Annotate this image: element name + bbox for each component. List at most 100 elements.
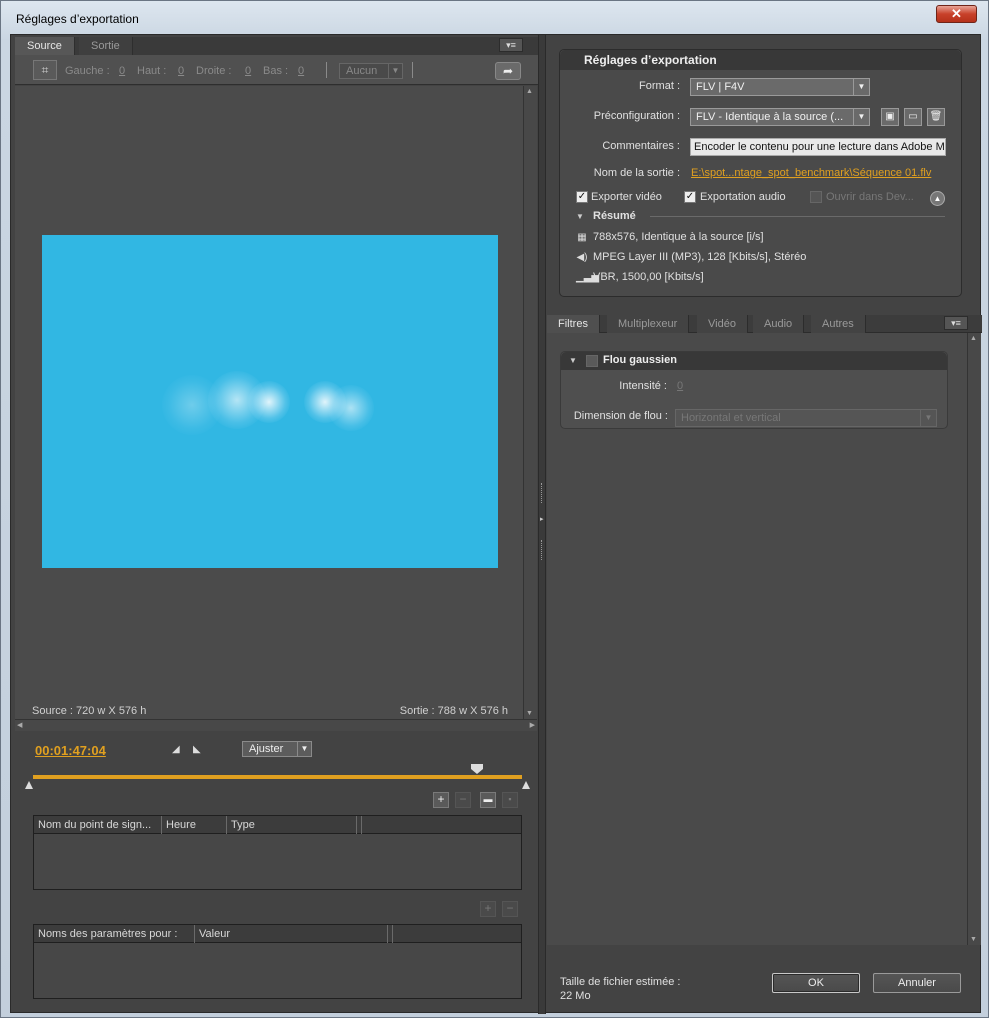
intensity-value[interactable]: 0 — [677, 380, 683, 392]
import-preset-icon[interactable]: ▭ — [904, 108, 922, 126]
summary-toggle-icon[interactable]: ▼ — [576, 212, 584, 221]
panel-menu-icon[interactable]: ▾≡ — [944, 316, 968, 330]
tab-output[interactable]: Sortie — [79, 37, 133, 55]
collapse-arrow-icon[interactable]: ▸ — [540, 515, 544, 523]
delete-preset-icon[interactable]: 🗑 — [927, 108, 945, 126]
folder-icon[interactable]: ▬ — [480, 792, 496, 808]
preview-area — [15, 86, 523, 719]
scroll-down-icon[interactable]: ▼ — [970, 936, 977, 943]
preset-dropdown[interactable]: FLV - Identique à la source (... ▼ — [690, 108, 870, 126]
crop-left-label: Gauche : — [65, 65, 110, 77]
scroll-down-icon[interactable]: ▼ — [526, 710, 533, 717]
comments-field[interactable]: Encoder le contenu pour une lecture dans… — [690, 138, 946, 156]
crop-ratio-dropdown[interactable]: Aucun ▼ — [339, 63, 403, 79]
format-dropdown[interactable]: FLV | F4V ▼ — [690, 78, 870, 96]
column-time[interactable]: Heure — [162, 816, 227, 834]
preview-vertical-scrollbar[interactable]: ▲ ▼ — [523, 86, 537, 719]
ok-button[interactable]: OK — [772, 973, 860, 993]
preview-horizontal-scrollbar[interactable]: ◀ ▶ — [15, 719, 537, 731]
chevron-down-icon: ▼ — [388, 64, 402, 78]
blur-dimension-dropdown[interactable]: Horizontal et vertical ▼ — [675, 409, 937, 427]
blur-dot — [328, 385, 374, 431]
column-type[interactable]: Type — [227, 816, 357, 834]
remove-cue-point-button[interactable]: − — [455, 792, 471, 808]
scroll-left-icon[interactable]: ◀ — [17, 721, 22, 729]
settings-panel: Réglages d’exportation Format : FLV | F4… — [547, 35, 982, 1014]
tab-multiplexer[interactable]: Multiplexeur — [607, 315, 690, 333]
save-preset-icon[interactable]: ▣ — [881, 108, 899, 126]
column-extra — [388, 925, 393, 943]
preview-frame — [42, 235, 498, 568]
tab-other[interactable]: Autres — [811, 315, 866, 333]
fit-value: Ajuster — [249, 743, 284, 755]
export-settings-title: Réglages d’exportation — [584, 53, 717, 67]
scroll-right-icon[interactable]: ▶ — [530, 721, 535, 729]
dialog-body: Source Sortie ▾≡ ⌗ Gauche : 0 Haut : 0 D… — [10, 34, 982, 1014]
crop-left-value[interactable]: 0 — [119, 65, 125, 77]
splitter-grip — [541, 483, 543, 503]
title-bar[interactable]: Réglages d’exportation ✕ — [1, 1, 988, 33]
add-cue-point-button[interactable]: + — [433, 792, 449, 808]
fit-dropdown[interactable]: Ajuster ▼ — [242, 741, 312, 757]
tab-video[interactable]: Vidéo — [697, 315, 748, 333]
export-audio-label: Exportation audio — [700, 191, 786, 203]
source-panel: Source Sortie ▾≡ ⌗ Gauche : 0 Haut : 0 D… — [15, 35, 538, 733]
output-name-link[interactable]: E:\spot...ntage_spot_benchmark\Séquence … — [691, 167, 947, 179]
summary-title: Résumé — [593, 210, 636, 222]
column-value[interactable]: Valeur — [195, 925, 388, 943]
mark-out-icon[interactable]: ◣ — [193, 744, 201, 755]
source-tabbar: Source Sortie ▾≡ — [15, 37, 538, 55]
in-point-handle[interactable] — [25, 781, 33, 789]
source-size-label: Source : 720 w X 576 h — [32, 705, 147, 717]
expand-toggle-icon[interactable]: ▼ — [569, 356, 577, 365]
chevron-down-icon: ▼ — [853, 79, 869, 95]
crop-bottom-label: Bas : — [263, 65, 289, 77]
summary-divider — [650, 216, 945, 217]
gaussian-blur-title: Flou gaussien — [603, 354, 677, 366]
cue-points-table: Nom du point de sign... Heure Type — [33, 815, 522, 890]
column-extra — [357, 816, 362, 834]
chevron-down-icon: ▼ — [297, 742, 311, 756]
tab-source[interactable]: Source — [15, 37, 75, 55]
timeline-track[interactable] — [33, 775, 522, 779]
cue-points-header: Nom du point de sign... Heure Type — [34, 816, 521, 834]
close-button[interactable]: ✕ — [936, 5, 977, 23]
scroll-up-icon[interactable]: ▲ — [526, 88, 533, 95]
bitrate-icon: ▁▃▅ — [576, 272, 600, 283]
column-cue-name[interactable]: Nom du point de sign... — [34, 816, 162, 834]
crop-icon[interactable]: ⌗ — [33, 60, 57, 80]
crop-bottom-value[interactable]: 0 — [298, 65, 304, 77]
gaussian-blur-header: ▼ Flou gaussien — [561, 352, 947, 370]
blur-dot — [162, 375, 222, 435]
panel-splitter[interactable]: ▸ — [538, 35, 546, 1014]
crop-top-label: Haut : — [137, 65, 167, 77]
cancel-button[interactable]: Annuler — [873, 973, 961, 993]
column-param-name[interactable]: Noms des paramètres pour : — [34, 925, 195, 943]
crop-top-value[interactable]: 0 — [178, 65, 184, 77]
add-parameter-button[interactable]: + — [480, 901, 496, 917]
tab-audio[interactable]: Audio — [753, 315, 805, 333]
crop-ratio-value: Aucun — [346, 65, 378, 77]
filters-scrollbar[interactable]: ▲ ▼ — [967, 333, 981, 945]
current-timecode[interactable]: 00:01:47:04 — [35, 743, 106, 758]
panel-menu-icon[interactable]: ▾≡ — [499, 38, 523, 52]
playhead[interactable] — [471, 764, 483, 774]
mark-in-icon[interactable]: ◢ — [172, 744, 180, 755]
tab-filters[interactable]: Filtres — [547, 315, 600, 333]
export-video-checkbox[interactable]: ✓ — [576, 191, 588, 203]
open-in-dev-label: Ouvrir dans Dev... — [826, 191, 914, 203]
summary-bitrate: VBR, 1500,00 [Kbits/s] — [593, 271, 704, 283]
collapse-up-icon[interactable]: ▲ — [930, 191, 945, 206]
save-icon[interactable]: ▪ — [502, 792, 518, 808]
scroll-up-icon[interactable]: ▲ — [970, 335, 977, 342]
open-in-dev-checkbox[interactable] — [810, 191, 822, 203]
format-label: Format : — [639, 80, 680, 92]
remove-parameter-button[interactable]: − — [502, 901, 518, 917]
export-audio-checkbox[interactable]: ✓ — [684, 191, 696, 203]
share-arrow-icon[interactable]: ➦ — [495, 62, 521, 80]
preset-label: Préconfiguration : — [593, 110, 680, 122]
out-point-handle[interactable] — [522, 781, 530, 789]
film-icon: ▦ — [577, 232, 587, 243]
crop-right-value[interactable]: 0 — [245, 65, 251, 77]
gaussian-blur-checkbox[interactable] — [586, 355, 598, 367]
